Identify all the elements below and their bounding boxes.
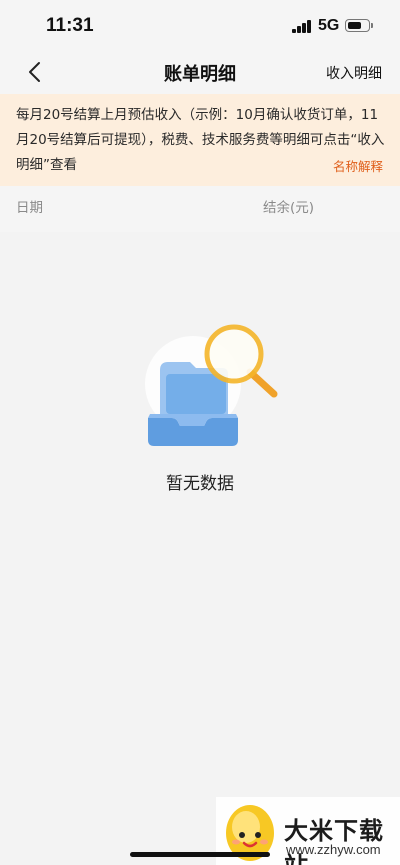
watermark-url: www.zzhyw.com [286, 842, 381, 857]
column-header-balance: 结余(元) [263, 200, 315, 216]
battery-icon [345, 19, 373, 32]
status-time: 11:31 [46, 15, 94, 36]
income-detail-link[interactable]: 收入明细 [326, 63, 382, 83]
home-indicator[interactable] [130, 852, 270, 857]
empty-state-text: 暂无数据 [166, 474, 234, 494]
column-header-date: 日期 [16, 200, 43, 216]
empty-tray-magnifier-icon [138, 322, 288, 452]
bill-list: 暂无数据 [0, 232, 400, 865]
table-header: 日期 结余(元) [0, 186, 400, 232]
nav-bar: 账单明细 收入明细 [0, 50, 400, 94]
status-bar: 11:31 5G [0, 0, 400, 50]
network-type: 5G [318, 17, 340, 34]
signal-icon [292, 20, 312, 33]
glossary-link[interactable]: 名称解释 [333, 156, 383, 175]
